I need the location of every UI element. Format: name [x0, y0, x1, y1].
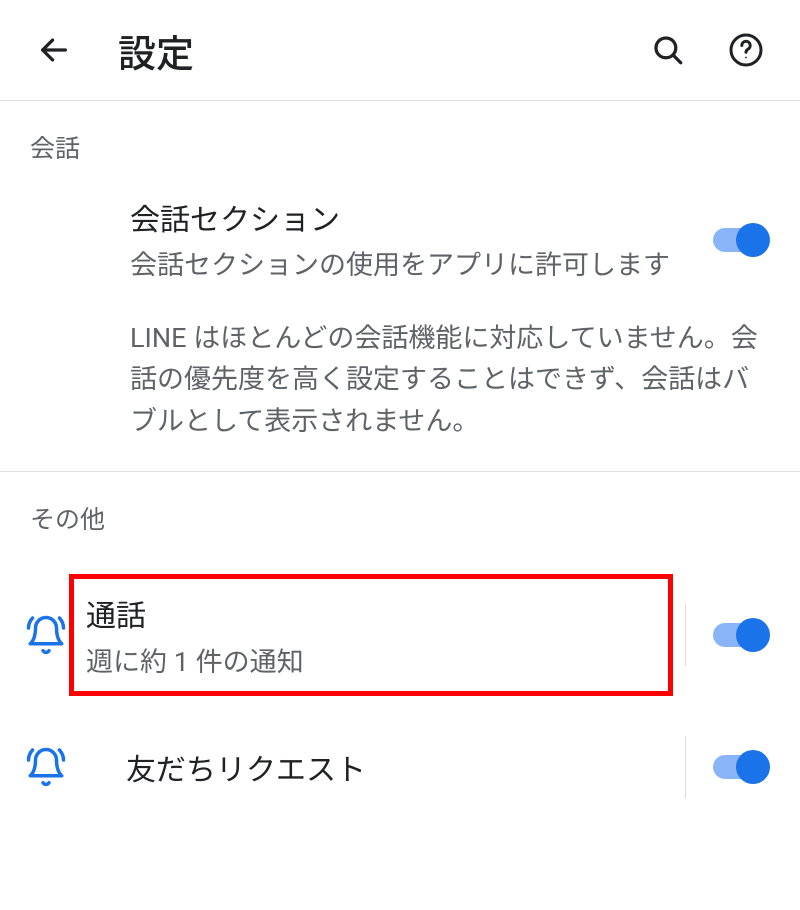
friend-request-toggle[interactable]: [710, 748, 770, 786]
setting-title: 会話セクション: [130, 195, 690, 239]
channel-row-friend-request[interactable]: 友だちリクエスト: [0, 716, 800, 818]
conversation-section-toggle[interactable]: [710, 221, 770, 259]
vertical-divider: [685, 736, 686, 798]
section-label-other: その他: [0, 472, 800, 554]
channel-title: 友だちリクエスト: [126, 745, 673, 789]
channel-row-calls[interactable]: 通話 週に約 1 件の通知: [0, 554, 800, 716]
help-icon: [728, 32, 764, 68]
help-button[interactable]: [722, 26, 770, 74]
search-button[interactable]: [644, 26, 692, 74]
app-header: 設定: [0, 0, 800, 100]
conversation-info: LINE はほとんどの会話機能に対応していません。会話の優先度を高く設定すること…: [0, 298, 800, 472]
header-actions: [644, 26, 770, 74]
bell-ring-icon: [18, 614, 74, 656]
setting-text: 会話セクション 会話セクションの使用をアプリに許可します: [130, 195, 710, 286]
back-button[interactable]: [30, 26, 78, 74]
conversation-section-setting[interactable]: 会話セクション 会話セクションの使用をアプリに許可します: [0, 183, 800, 298]
section-label-conversation: 会話: [0, 101, 800, 183]
arrow-back-icon: [37, 33, 71, 67]
channel-text: 友だちリクエスト: [126, 745, 673, 789]
calls-toggle[interactable]: [710, 616, 770, 654]
bell-ring-icon: [18, 746, 74, 788]
page-title: 設定: [118, 23, 644, 78]
search-icon: [651, 33, 685, 67]
highlight-annotation: 通話 週に約 1 件の通知: [69, 574, 673, 696]
vertical-divider: [685, 604, 686, 666]
setting-desc: 会話セクションの使用をアプリに許可します: [130, 245, 690, 286]
channel-title: 通話: [86, 591, 588, 635]
channel-subtitle: 週に約 1 件の通知: [86, 640, 588, 679]
